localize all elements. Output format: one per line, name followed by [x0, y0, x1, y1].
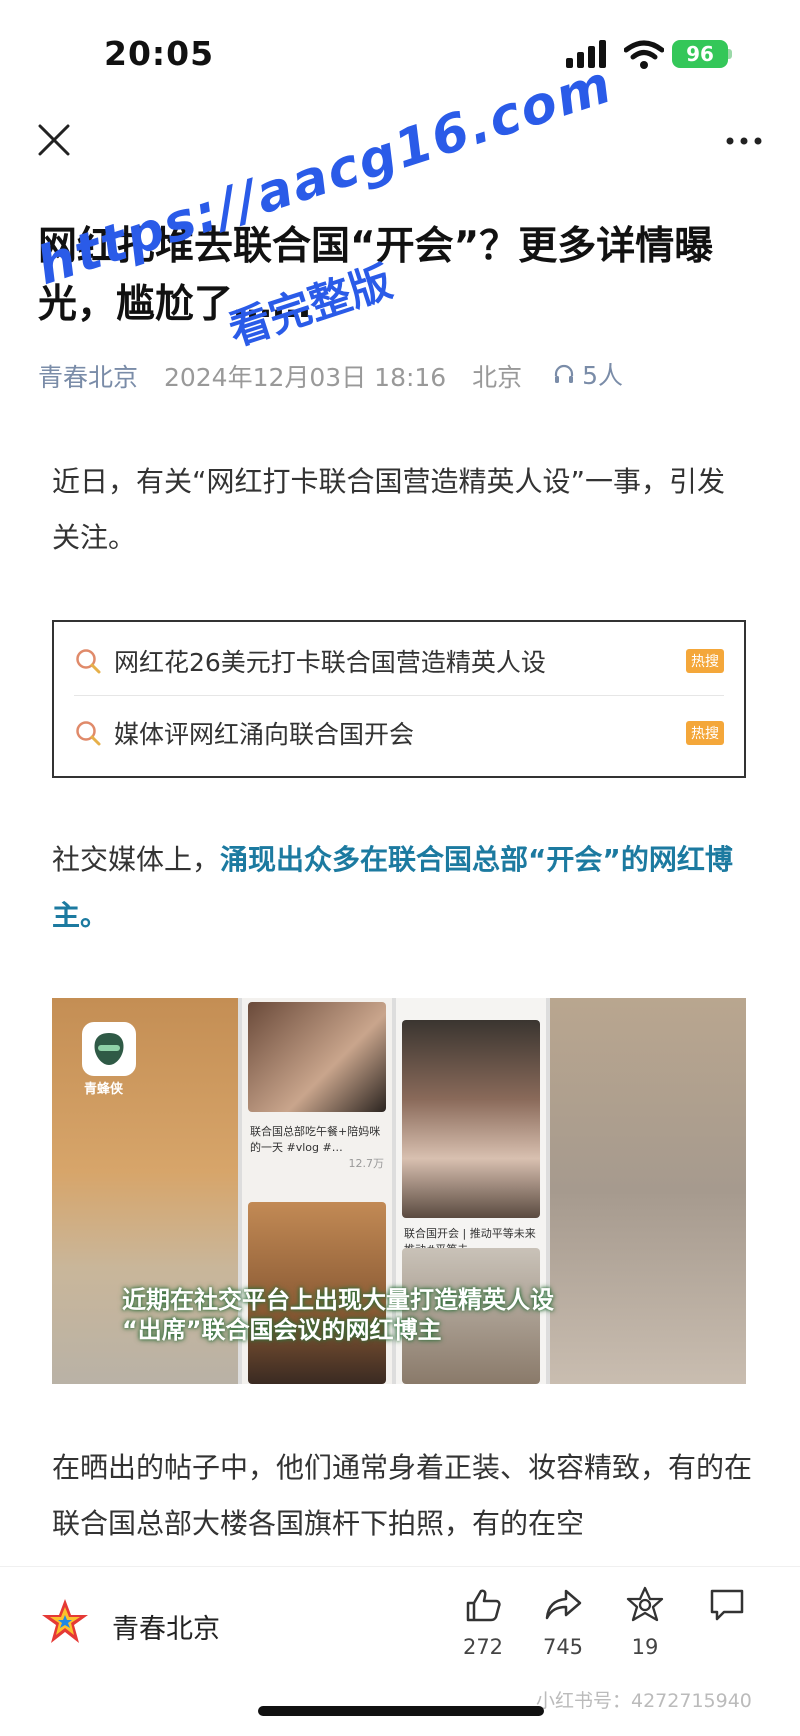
article-paragraph-1: 近日，有关“网红打卡联合国营造精英人设”一事，引发关注。 — [52, 465, 726, 554]
share-button[interactable]: 745 — [528, 1585, 598, 1685]
search-icon — [76, 721, 101, 746]
headphones-icon — [555, 364, 574, 383]
hot-badge: 热搜 — [686, 721, 724, 745]
article-date: 2024年12月03日 18:16 — [163, 363, 447, 392]
article-paragraph-2: 社交媒体上，涌现出众多在联合国总部“开会”的网红博主。 — [52, 832, 752, 944]
favorite-count: 19 — [631, 1635, 659, 1659]
article-title: 网红扎堆去联合国“开会”？更多详情曝光，尴尬了…… — [38, 224, 714, 327]
post-caption: 联合国总部吃午餐+陪妈咪的一天 #vlog #… 12.7万 — [250, 1124, 384, 1172]
post-view-count: 12.7万 — [348, 1157, 385, 1170]
app-name: 青蜂侠 — [84, 1082, 124, 1097]
comment-button[interactable] — [692, 1585, 762, 1685]
battery-tip — [728, 49, 732, 59]
wifi-icon — [624, 40, 664, 69]
search-icon — [76, 648, 101, 673]
thumbs-up-icon — [466, 1589, 501, 1622]
nav-bar — [0, 110, 800, 180]
status-bar: 20:05 96 — [0, 0, 800, 100]
listen-count[interactable]: 5人 — [552, 356, 623, 392]
hot-badge: 热搜 — [686, 648, 724, 673]
share-count: 745 — [542, 1635, 584, 1659]
like-count: 272 — [462, 1635, 504, 1659]
article-paragraph-3: 在晒出的帖子中，他们通常身着正装、妆容精致，有的在联合国总部大楼各国旗杆下拍照，… — [52, 1451, 753, 1540]
post-caption-text: 联合国总部吃午餐+陪妈咪的一天 #vlog #… — [250, 1125, 381, 1154]
cellular-signal-icon — [566, 40, 606, 68]
xiaohongshu-watermark: 小红书号：427271​5940 — [536, 1690, 752, 1712]
account-logo-icon[interactable] — [40, 1597, 90, 1647]
account-name[interactable]: 青春北京 — [112, 1607, 220, 1646]
hot-search-card: 网红花26美元打卡联合国营造精英人设 热搜 媒体评网红涌向联合国开会 热搜 — [52, 620, 746, 778]
app-logo-icon — [82, 1022, 136, 1076]
share-icon — [545, 1589, 582, 1620]
battery-indicator: 96 — [672, 40, 728, 68]
article-meta: 青春北京 2024年12月03日 18:16 北京 5人 — [38, 356, 778, 396]
more-options-icon[interactable] — [724, 126, 764, 156]
hot-search-item[interactable]: 媒体评网红涌向联合国开会 热搜 — [74, 698, 724, 768]
blurred-photo — [402, 1020, 540, 1218]
hot-search-text: 网红花26美元打卡联合国营造精英人设 — [114, 647, 546, 677]
like-button[interactable]: 272 — [448, 1585, 518, 1685]
blurred-photo — [248, 1002, 386, 1112]
close-icon[interactable] — [34, 120, 74, 160]
collage-panel-right — [550, 998, 746, 1384]
listen-count-text: 5人 — [582, 361, 624, 390]
home-indicator[interactable] — [258, 1706, 544, 1716]
hot-search-text: 媒体评网红涌向联合国开会 — [114, 720, 415, 749]
article-author[interactable]: 青春北京 — [38, 363, 138, 392]
comment-icon — [710, 1589, 744, 1621]
hot-search-item[interactable]: 网红花26美元打卡联合国营造精英人设 热搜 — [74, 626, 724, 696]
star-icon — [626, 1586, 664, 1622]
paragraph-2-plain: 社交媒体上， — [52, 843, 221, 876]
status-time: 20:05 — [104, 34, 215, 73]
article-image-collage[interactable]: 青蜂侠 联合国总部吃午餐+陪妈咪的一天 #vlog #… 12.7万 联合国开会… — [52, 998, 746, 1384]
article-location: 北京 — [472, 363, 523, 392]
image-overlay-caption-2: “出席”联合国会议的网红博主 — [122, 1316, 442, 1344]
favorite-button[interactable]: 19 — [610, 1585, 680, 1685]
